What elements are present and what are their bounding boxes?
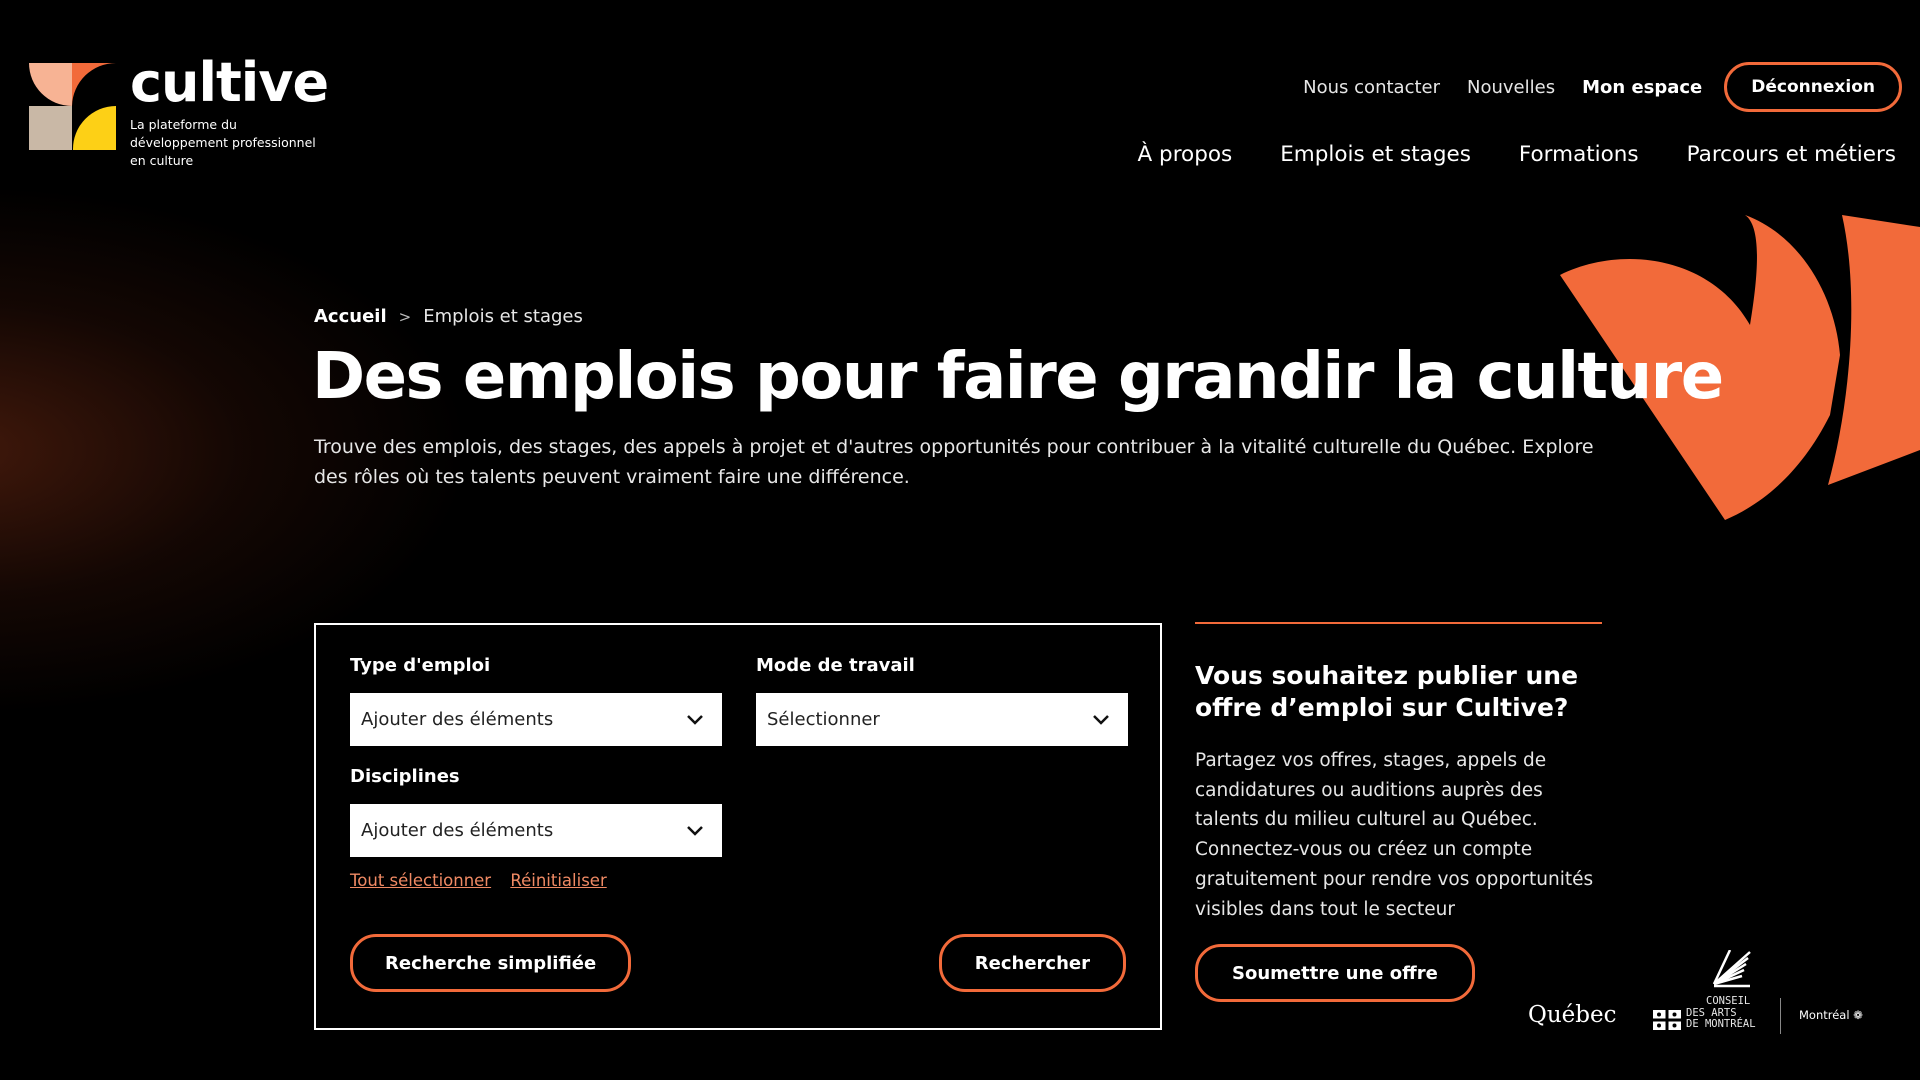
- cultive-logo-tagline: La plateforme du développement professio…: [130, 116, 316, 168]
- top-navigation: Nous contacter Nouvelles Mon espace Déco…: [1303, 62, 1902, 112]
- cam-line-1: CONSEIL: [1706, 995, 1751, 1007]
- select-all-link[interactable]: Tout sélectionner: [350, 871, 491, 890]
- simple-search-button[interactable]: Recherche simplifiée: [350, 934, 632, 992]
- nav-about[interactable]: À propos: [1138, 142, 1233, 167]
- breadcrumb-separator: >: [398, 307, 412, 326]
- nav-careers[interactable]: Parcours et métiers: [1687, 142, 1896, 167]
- disciplines-value: Ajouter des éléments: [361, 820, 554, 841]
- submit-offer-button[interactable]: Soumettre une offre: [1195, 944, 1475, 1003]
- chevron-down-icon: [687, 714, 703, 725]
- nav-trainings[interactable]: Formations: [1519, 142, 1639, 167]
- work-mode-value: Sélectionner: [767, 709, 880, 730]
- partner-divider: [1780, 998, 1781, 1034]
- chevron-down-icon: [687, 825, 703, 836]
- page-intro: Trouve des emplois, des stages, des appe…: [314, 436, 1594, 488]
- nav-my-space-link[interactable]: Mon espace: [1582, 77, 1702, 98]
- montreal-logo: Montréal ❁: [1799, 1008, 1863, 1022]
- job-type-label: Type d'emploi: [350, 655, 491, 676]
- selection-links: Tout sélectionner Réinitialiser: [350, 871, 621, 890]
- breadcrumb-home-link[interactable]: Accueil: [314, 306, 387, 327]
- nav-jobs[interactable]: Emplois et stages: [1280, 142, 1471, 167]
- publish-offer-title: Vous souhaitez publier une offre d’emplo…: [1195, 661, 1579, 722]
- quebec-logo: Québec: [1528, 1002, 1617, 1028]
- job-search-form: Type d'emploi Ajouter des éléments Mode …: [314, 623, 1162, 1030]
- main-navigation: À propos Emplois et stages Formations Pa…: [1090, 142, 1897, 167]
- nav-contact-link[interactable]: Nous contacter: [1303, 77, 1440, 98]
- montreal-rosette-icon: ❁: [1849, 1008, 1863, 1022]
- search-button[interactable]: Rechercher: [938, 934, 1126, 992]
- cultive-logo-mark-icon: [29, 63, 116, 150]
- cultive-logo[interactable]: cultive La plateforme du développement p…: [29, 54, 330, 170]
- chevron-down-icon: [1093, 714, 1109, 725]
- disciplines-select[interactable]: Ajouter des éléments: [350, 804, 722, 857]
- logout-button[interactable]: Déconnexion: [1724, 62, 1902, 112]
- cam-line-3: DE MONTRÉAL: [1686, 1018, 1756, 1030]
- work-mode-label: Mode de travail: [756, 655, 915, 676]
- publish-offer-panel: Vous souhaitez publier une offre d’emplo…: [1195, 622, 1602, 1003]
- panel-divider: [1195, 622, 1602, 624]
- conseil-des-arts-logo-icon: [1712, 950, 1751, 988]
- breadcrumb-current: Emplois et stages: [423, 306, 583, 327]
- disciplines-label: Disciplines: [350, 766, 460, 787]
- page-title: Des emplois pour faire grandir la cultur…: [312, 340, 1724, 414]
- cultive-logo-name: cultive: [130, 51, 329, 114]
- job-type-select[interactable]: Ajouter des éléments: [350, 693, 722, 746]
- montreal-label: Montréal: [1799, 1008, 1850, 1022]
- reset-link[interactable]: Réinitialiser: [510, 871, 606, 890]
- work-mode-select[interactable]: Sélectionner: [756, 693, 1128, 746]
- publish-offer-text: Partagez vos offres, stages, appels de c…: [1195, 750, 1594, 920]
- conseil-des-arts-label: CONSEIL DES ARTS DE MONTRÉAL: [1686, 995, 1756, 1031]
- breadcrumb: Accueil > Emplois et stages: [314, 306, 583, 327]
- partner-logos: Québec CONSEIL DES ARTS DE MONTRÉAL Mont…: [1528, 950, 1868, 1040]
- quebec-fleur-de-lis-icon: [1653, 1010, 1681, 1030]
- page: cultive La plateforme du développement p…: [0, 0, 1920, 1080]
- job-type-value: Ajouter des éléments: [361, 709, 554, 730]
- nav-news-link[interactable]: Nouvelles: [1467, 77, 1555, 98]
